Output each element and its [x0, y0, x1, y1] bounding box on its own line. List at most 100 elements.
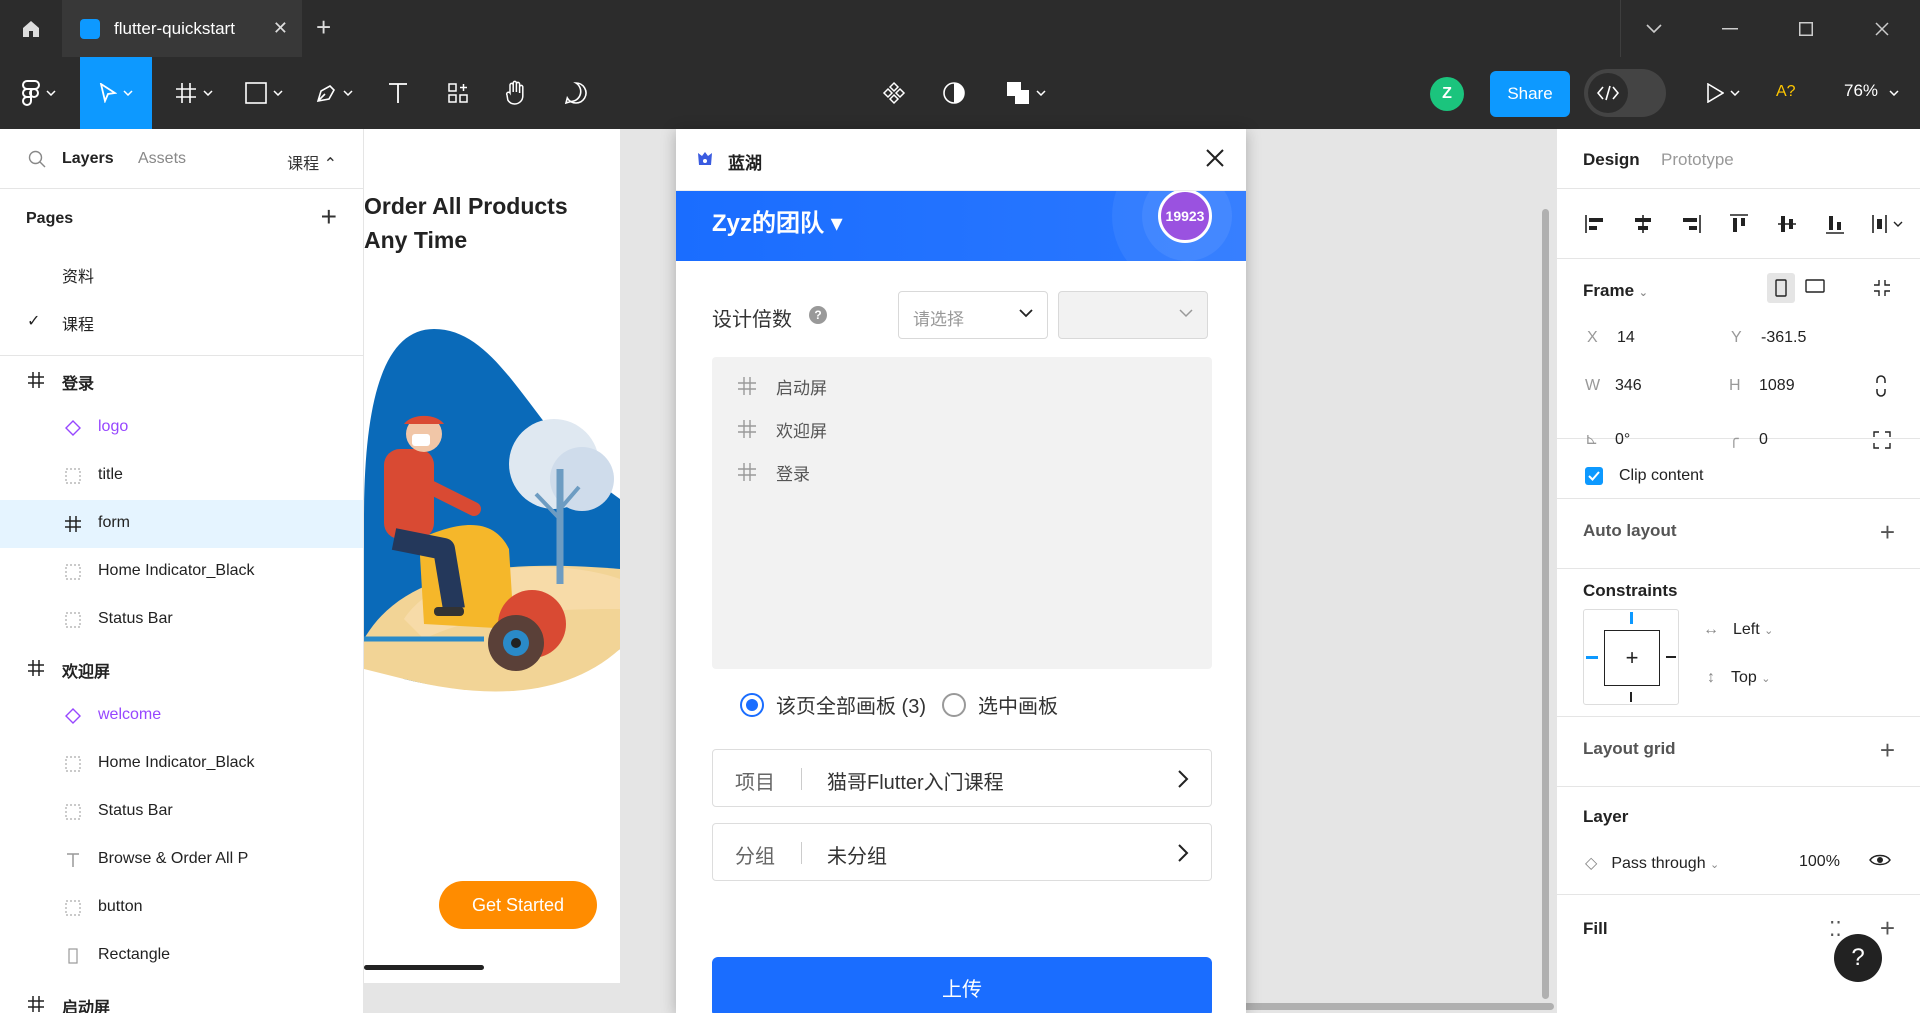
- help-button[interactable]: ?: [1834, 934, 1882, 982]
- x-field[interactable]: X 14: [1587, 329, 1635, 347]
- radio-all-artboards[interactable]: 该页全部画板 (3): [740, 690, 926, 719]
- frame-tool[interactable]: [166, 57, 222, 129]
- artboard-item[interactable]: 启动屏: [738, 371, 827, 401]
- align-right-icon[interactable]: [1679, 212, 1703, 236]
- constraint-widget[interactable]: +: [1583, 609, 1679, 705]
- layer-row[interactable]: Browse & Order All P: [0, 836, 363, 884]
- layer-row[interactable]: Status Bar: [0, 788, 363, 836]
- layer-row[interactable]: Status Bar: [0, 596, 363, 644]
- resize-to-fit-icon[interactable]: [1873, 279, 1891, 297]
- help-icon[interactable]: ?: [809, 306, 827, 324]
- close-tab-icon[interactable]: ✕: [273, 18, 288, 39]
- add-page-button[interactable]: +: [321, 201, 337, 233]
- align-top-icon[interactable]: [1727, 212, 1751, 236]
- hand-tool[interactable]: [496, 57, 536, 129]
- layer-row[interactable]: 欢迎屏: [0, 644, 363, 692]
- close-icon[interactable]: [1204, 147, 1226, 169]
- main-menu-button[interactable]: [14, 57, 64, 129]
- tab-layers[interactable]: Layers: [62, 150, 114, 168]
- layer-row[interactable]: title: [0, 452, 363, 500]
- fill-styles-icon[interactable]: ⁚⁚: [1829, 917, 1842, 942]
- vertical-scrollbar[interactable]: [1542, 209, 1549, 999]
- vertical-constraint-select[interactable]: ↕ Top ⌄: [1707, 669, 1770, 687]
- horizontal-constraint-select[interactable]: ↔ Left ⌄: [1703, 621, 1773, 639]
- comment-tool[interactable]: [556, 57, 596, 129]
- home-icon[interactable]: [0, 0, 62, 57]
- ai-assistant-button[interactable]: A?: [1776, 83, 1796, 101]
- dev-mode-toggle[interactable]: [1584, 69, 1666, 117]
- add-layout-grid-button[interactable]: +: [1880, 737, 1895, 763]
- components-button[interactable]: [874, 57, 914, 129]
- chevron-down-icon[interactable]: [1616, 0, 1692, 57]
- page-item[interactable]: 资料: [0, 249, 363, 297]
- page-item[interactable]: ✓ 课程: [0, 297, 363, 345]
- tab-design[interactable]: Design: [1583, 150, 1640, 170]
- constrain-proportions-icon[interactable]: [1875, 375, 1887, 397]
- move-tool[interactable]: [80, 57, 152, 129]
- h-field[interactable]: H 1089: [1729, 377, 1795, 395]
- resources-tool[interactable]: [438, 57, 478, 129]
- opacity-field[interactable]: 100%: [1799, 853, 1840, 871]
- search-icon[interactable]: [28, 150, 46, 168]
- layer-row[interactable]: form: [0, 500, 363, 548]
- clip-content-checkbox[interactable]: [1585, 467, 1603, 485]
- layer-row[interactable]: logo: [0, 404, 363, 452]
- radio-selected-artboards[interactable]: 选中画板: [942, 690, 1058, 719]
- corner-radius-field[interactable]: ╭ 0: [1729, 429, 1768, 449]
- new-tab-button[interactable]: +: [316, 14, 331, 40]
- layer-row[interactable]: Home Indicator_Black: [0, 548, 363, 596]
- w-field[interactable]: W 346: [1585, 377, 1642, 395]
- design-scale-select[interactable]: 请选择: [898, 291, 1048, 339]
- close-window-icon[interactable]: [1844, 0, 1920, 57]
- portrait-icon[interactable]: [1767, 273, 1795, 303]
- text-tool[interactable]: [378, 57, 418, 129]
- layer-row[interactable]: welcome: [0, 692, 363, 740]
- layer-row[interactable]: Home Indicator_Black: [0, 740, 363, 788]
- layer-row[interactable]: 启动屏: [0, 980, 363, 1013]
- layer-row[interactable]: 登录: [0, 356, 363, 404]
- align-center-h-icon[interactable]: [1631, 212, 1655, 236]
- maximize-icon[interactable]: [1768, 0, 1844, 57]
- get-started-button[interactable]: Get Started: [439, 881, 597, 929]
- layer-row[interactable]: button: [0, 884, 363, 932]
- align-center-v-icon[interactable]: [1775, 212, 1799, 236]
- present-button[interactable]: [1698, 57, 1748, 129]
- page-selector[interactable]: 课程 ⌃: [287, 150, 337, 174]
- layer-row[interactable]: Rectangle: [0, 932, 363, 980]
- y-field[interactable]: Y -361.5: [1731, 329, 1806, 347]
- tab-assets[interactable]: Assets: [138, 150, 186, 168]
- independent-corners-icon[interactable]: [1873, 431, 1891, 449]
- project-field[interactable]: 项目 猫哥Flutter入门课程: [712, 749, 1212, 807]
- minimize-icon[interactable]: [1692, 0, 1768, 57]
- distribute-icon[interactable]: [1871, 212, 1907, 236]
- constraint-left-marker[interactable]: [1586, 656, 1598, 659]
- add-fill-button[interactable]: +: [1880, 915, 1895, 941]
- boolean-button[interactable]: [996, 57, 1056, 129]
- zoom-control[interactable]: 76%: [1844, 81, 1899, 101]
- align-bottom-icon[interactable]: [1823, 212, 1847, 236]
- align-left-icon[interactable]: [1583, 212, 1607, 236]
- eye-icon[interactable]: [1869, 853, 1891, 867]
- blend-mode-select[interactable]: ◇ Pass through ⌄: [1585, 853, 1719, 873]
- team-selector[interactable]: Zyz的团队 ▾: [712, 203, 843, 238]
- pen-tool[interactable]: [306, 57, 362, 129]
- constraint-right-marker[interactable]: [1666, 656, 1676, 658]
- mask-button[interactable]: [934, 57, 974, 129]
- upload-button[interactable]: 上传: [712, 957, 1212, 1013]
- frame-title[interactable]: Frame ⌄: [1583, 281, 1648, 301]
- tab-prototype[interactable]: Prototype: [1661, 150, 1734, 170]
- constraint-bottom-marker[interactable]: [1630, 692, 1632, 702]
- rotation-field[interactable]: ⊾ 0°: [1585, 429, 1630, 449]
- constraint-top-marker[interactable]: [1630, 612, 1633, 624]
- file-tab[interactable]: flutter-quickstart ✕: [62, 0, 302, 57]
- share-button[interactable]: Share: [1490, 71, 1570, 117]
- shape-tool[interactable]: [236, 57, 292, 129]
- add-auto-layout-button[interactable]: +: [1880, 519, 1895, 545]
- artboard-item[interactable]: 登录: [738, 457, 810, 487]
- secondary-select[interactable]: [1058, 291, 1208, 339]
- artboard-item[interactable]: 欢迎屏: [738, 414, 827, 444]
- landscape-icon[interactable]: [1805, 279, 1825, 293]
- user-avatar[interactable]: Z: [1430, 77, 1464, 111]
- group-field[interactable]: 分组 未分组: [712, 823, 1212, 881]
- welcome-artboard[interactable]: Order All Products Any Time Get Started: [364, 129, 620, 983]
